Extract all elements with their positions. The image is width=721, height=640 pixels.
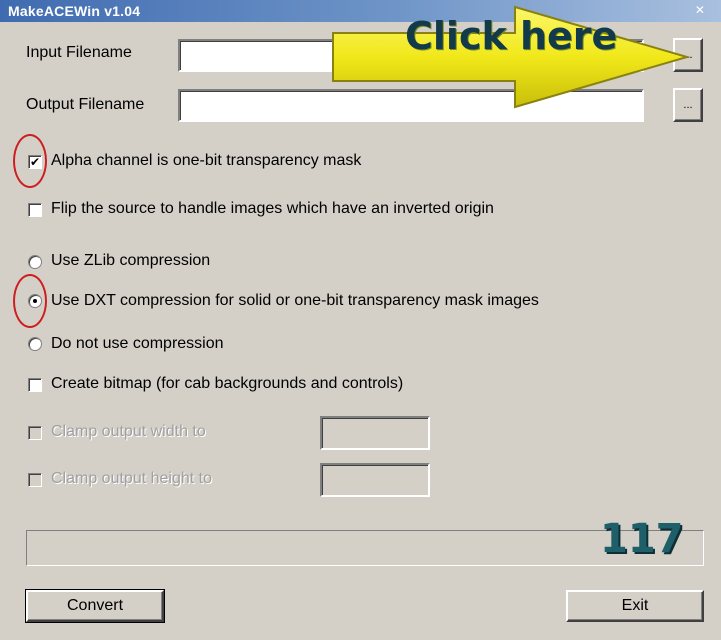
flip-source-label: Flip the source to handle images which h…	[51, 200, 494, 217]
window-title: MakeACEWin v1.04	[8, 3, 141, 19]
clamp-height-checkbox[interactable]	[28, 473, 42, 487]
convert-button[interactable]: Convert	[25, 589, 165, 623]
output-filename-label: Output Filename	[26, 96, 145, 113]
clamp-height-field[interactable]	[320, 463, 430, 497]
zlib-radio[interactable]	[28, 255, 42, 269]
dxt-label: Use DXT compression for solid or one-bit…	[51, 292, 539, 309]
zlib-label: Use ZLib compression	[51, 252, 211, 269]
highlight-ring-dxt	[13, 274, 47, 328]
clamp-width-label: Clamp output width to	[51, 423, 206, 440]
clamp-width-checkbox[interactable]	[28, 426, 42, 440]
clamp-width-field[interactable]	[320, 416, 430, 450]
flip-source-checkbox[interactable]	[28, 203, 42, 217]
clamp-height-label: Clamp output height to	[51, 470, 212, 487]
create-bitmap-checkbox[interactable]	[28, 378, 42, 392]
exit-button[interactable]: Exit	[566, 590, 704, 622]
no-compression-radio[interactable]	[28, 337, 42, 351]
create-bitmap-label: Create bitmap (for cab backgrounds and c…	[51, 375, 404, 392]
alpha-channel-label: Alpha channel is one-bit transparency ma…	[51, 152, 362, 169]
highlight-ring-alpha	[13, 134, 47, 188]
main-window: Input Filename ... Output Filename ... ✔…	[0, 22, 721, 640]
page-number-overlay: 117	[600, 516, 684, 562]
click-here-text: Click here	[405, 14, 618, 58]
input-filename-label: Input Filename	[26, 44, 132, 61]
no-compression-label: Do not use compression	[51, 335, 224, 352]
